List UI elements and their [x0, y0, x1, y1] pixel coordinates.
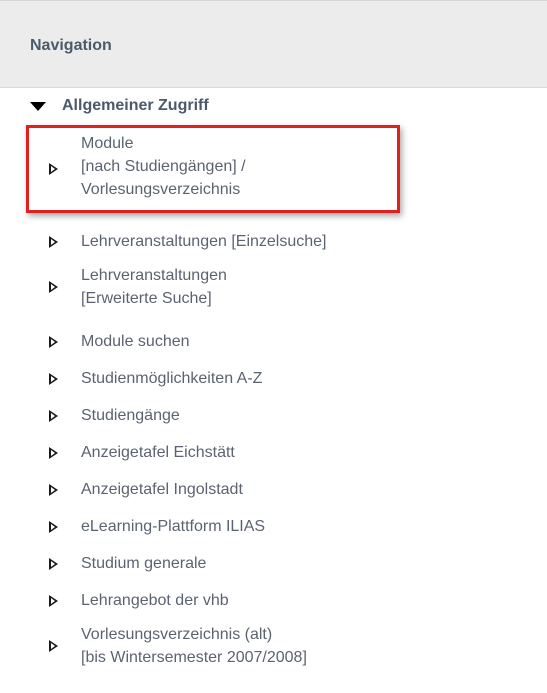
triangle-right-outline-icon	[49, 236, 58, 248]
nav-item-label[interactable]: Studienmöglichkeiten A-Z	[81, 367, 262, 390]
nav-item-studium-generale[interactable]: Studium generale	[49, 552, 529, 576]
triangle-right-outline-icon	[49, 484, 58, 496]
nav-item-lehrangebot-vhb[interactable]: Lehrangebot der vhb	[49, 589, 529, 613]
nav-item-label[interactable]: Lehrveranstaltungen [Erweiterte Suche]	[81, 264, 227, 310]
nav-item-label[interactable]: Lehrangebot der vhb	[81, 589, 229, 612]
navigation-title: Navigation	[30, 37, 112, 54]
nav-item-label[interactable]: Vorlesungsverzeichnis (alt) [bis Winters…	[81, 623, 307, 669]
nav-item-studiengaenge[interactable]: Studiengänge	[49, 404, 529, 428]
nav-item-anzeigetafel-eichstaett[interactable]: Anzeigetafel Eichstätt	[49, 441, 529, 465]
triangle-right-outline-icon	[49, 281, 58, 293]
triangle-right-outline-icon	[49, 410, 58, 422]
nav-item-elearning-ilias[interactable]: eLearning-Plattform ILIAS	[49, 515, 529, 539]
triangle-right-outline-icon	[49, 521, 58, 533]
nav-item-label[interactable]: Module suchen	[81, 330, 190, 353]
navigation-panel: Navigation Allgemeiner Zugriff Module [n…	[0, 0, 547, 693]
triangle-right-outline-icon	[49, 595, 58, 607]
nav-item-label[interactable]: Studium generale	[81, 552, 206, 575]
nav-item-label[interactable]: Lehrveranstaltungen [Einzelsuche]	[81, 230, 327, 253]
nav-item-label[interactable]: Studiengänge	[81, 404, 180, 427]
nav-item-label[interactable]: Anzeigetafel Ingolstadt	[81, 478, 243, 501]
nav-item-vorlesungsverzeichnis-alt[interactable]: Vorlesungsverzeichnis (alt) [bis Winters…	[49, 623, 529, 671]
triangle-right-outline-icon	[49, 373, 58, 385]
triangle-right-outline-icon	[49, 447, 58, 459]
nav-item-anzeigetafel-ingolstadt[interactable]: Anzeigetafel Ingolstadt	[49, 478, 529, 502]
triangle-right-outline-icon	[49, 558, 58, 570]
highlight-box	[26, 125, 400, 213]
triangle-right-outline-icon	[49, 640, 58, 652]
nav-item-label[interactable]: Anzeigetafel Eichstätt	[81, 441, 235, 464]
nav-item-studienmoeglichkeiten[interactable]: Studienmöglichkeiten A-Z	[49, 367, 529, 391]
triangle-right-outline-icon	[49, 336, 58, 348]
nav-item-lehrveranstaltungen-erweiterte-suche[interactable]: Lehrveranstaltungen [Erweiterte Suche]	[49, 264, 529, 312]
section-label[interactable]: Allgemeiner Zugriff	[62, 97, 209, 115]
nav-item-label[interactable]: eLearning-Plattform ILIAS	[81, 515, 265, 538]
triangle-down-icon[interactable]	[30, 102, 46, 111]
nav-item-lehrveranstaltungen-einzelsuche[interactable]: Lehrveranstaltungen [Einzelsuche]	[49, 230, 529, 254]
nav-item-module-suchen[interactable]: Module suchen	[49, 330, 529, 354]
navigation-header: Navigation	[0, 0, 547, 88]
